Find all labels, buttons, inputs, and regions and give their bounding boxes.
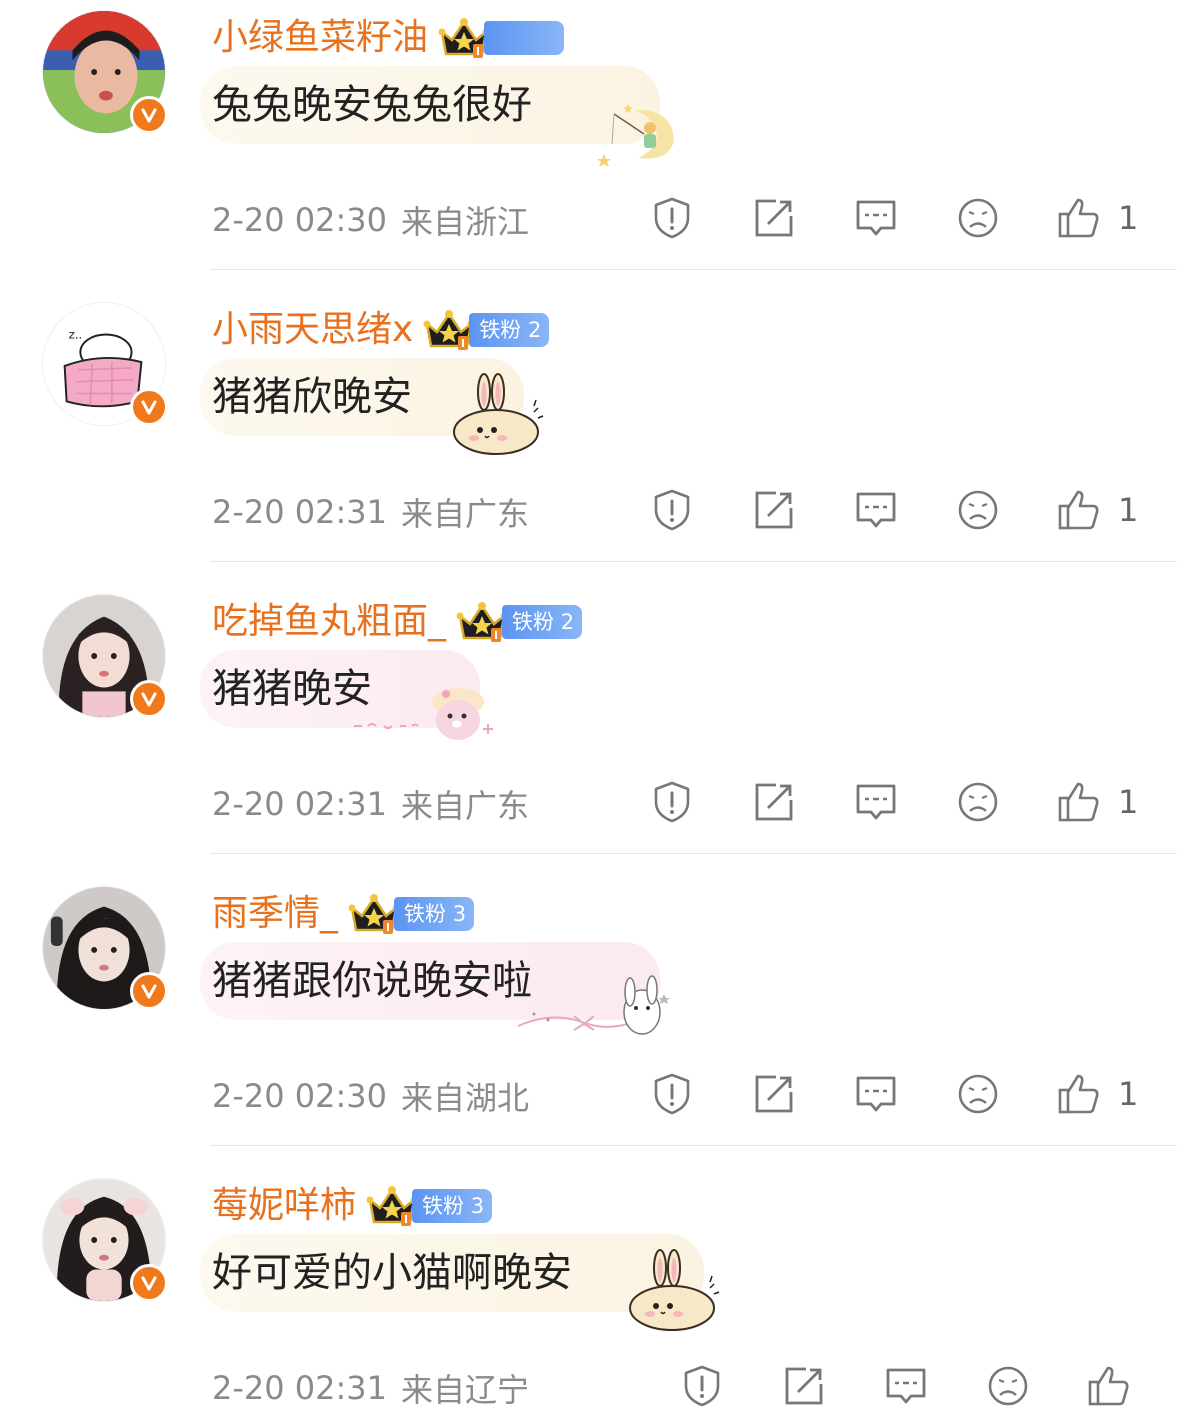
like-icon[interactable]	[1056, 776, 1100, 828]
bunny-sticker	[453, 373, 544, 455]
like-icon[interactable]	[1056, 192, 1100, 244]
verified-icon	[130, 680, 168, 718]
report-icon[interactable]	[650, 776, 694, 828]
verified-icon	[130, 96, 168, 134]
comment-item: z.. 小雨天思绪x 铁粉 2 猪猪欣晚安 2-20 02:31 来自广东 1	[0, 292, 1177, 584]
username[interactable]: 雨季情_	[212, 892, 338, 936]
crown-icon	[366, 1186, 418, 1226]
comment-text: 兔兔晚安兔兔很好	[212, 82, 532, 128]
repost-icon[interactable]	[782, 1360, 826, 1412]
divider	[210, 269, 1177, 270]
verified-icon	[130, 388, 168, 426]
crown-icon	[438, 18, 490, 58]
reply-icon[interactable]	[854, 776, 898, 828]
like-count: 1	[1118, 783, 1139, 821]
crown-icon	[456, 602, 508, 642]
crown-icon	[423, 310, 475, 350]
reply-icon[interactable]	[854, 192, 898, 244]
username[interactable]: 小绿鱼菜籽油	[212, 16, 428, 60]
comment-bubble: 兔兔晚安兔兔很好	[200, 66, 660, 144]
reply-icon[interactable]	[854, 484, 898, 536]
white-bunny-ribbon-sticker	[517, 975, 670, 1035]
dislike-icon[interactable]	[956, 776, 1000, 828]
repost-icon[interactable]	[752, 192, 796, 244]
username[interactable]: 小雨天思绪x	[212, 308, 413, 352]
comment-text: 猪猪欣晚安	[212, 374, 412, 420]
username[interactable]: 莓妮咩柿	[212, 1184, 356, 1228]
fan-badge: 铁粉 2	[502, 605, 583, 639]
divider	[210, 1145, 1177, 1146]
comment-item: 吃掉鱼丸粗面_ 铁粉 2 猪猪晚安 2-20 02:31 来自广东 1	[0, 584, 1177, 876]
comment-text: 好可爱的小猫啊晚安	[212, 1250, 572, 1296]
repost-icon[interactable]	[752, 1068, 796, 1120]
svg-text:z..: z..	[69, 327, 83, 341]
verified-icon	[130, 972, 168, 1010]
report-icon[interactable]	[650, 1068, 694, 1120]
fan-badge	[484, 21, 565, 55]
comment-item: 雨季情_ 铁粉 3 猪猪跟你说晚安啦 2-20 02:30 来自湖北 1	[0, 876, 1177, 1168]
prince-moon-sticker	[597, 104, 674, 166]
report-icon[interactable]	[680, 1360, 724, 1412]
fan-badge: 铁粉 3	[394, 897, 475, 931]
divider	[210, 561, 1177, 562]
like-icon[interactable]	[1056, 1068, 1100, 1120]
like-count: 1	[1118, 1075, 1139, 1113]
verified-icon	[130, 1264, 168, 1302]
dislike-icon[interactable]	[956, 192, 1000, 244]
like-icon[interactable]	[1086, 1360, 1130, 1412]
crown-icon	[348, 894, 400, 934]
report-icon[interactable]	[650, 484, 694, 536]
like-icon[interactable]	[1056, 484, 1100, 536]
username[interactable]: 吃掉鱼丸粗面_	[212, 600, 446, 644]
like-count: 1	[1118, 491, 1139, 529]
divider	[210, 853, 1177, 854]
report-icon[interactable]	[650, 192, 694, 244]
bunny-sticker	[629, 1249, 720, 1331]
fan-badge: 铁粉 2	[469, 313, 550, 347]
dislike-icon[interactable]	[956, 1068, 1000, 1120]
comment-item: 莓妮咩柿 铁粉 3 好可爱的小猫啊晚安 2-20 02:31 来自辽宁	[0, 1168, 1177, 1428]
comment-item: 小绿鱼菜籽油 兔兔晚安兔兔很好 2-20 02:30 来自浙江 1	[0, 0, 1177, 292]
repost-icon[interactable]	[752, 776, 796, 828]
reply-icon[interactable]	[884, 1360, 928, 1412]
dislike-icon[interactable]	[986, 1360, 1030, 1412]
reply-icon[interactable]	[854, 1068, 898, 1120]
like-count: 1	[1118, 199, 1139, 237]
dislike-icon[interactable]	[956, 484, 1000, 536]
fan-badge: 铁粉 3	[412, 1189, 493, 1223]
repost-icon[interactable]	[752, 484, 796, 536]
pink-bear-sticker	[354, 688, 493, 740]
